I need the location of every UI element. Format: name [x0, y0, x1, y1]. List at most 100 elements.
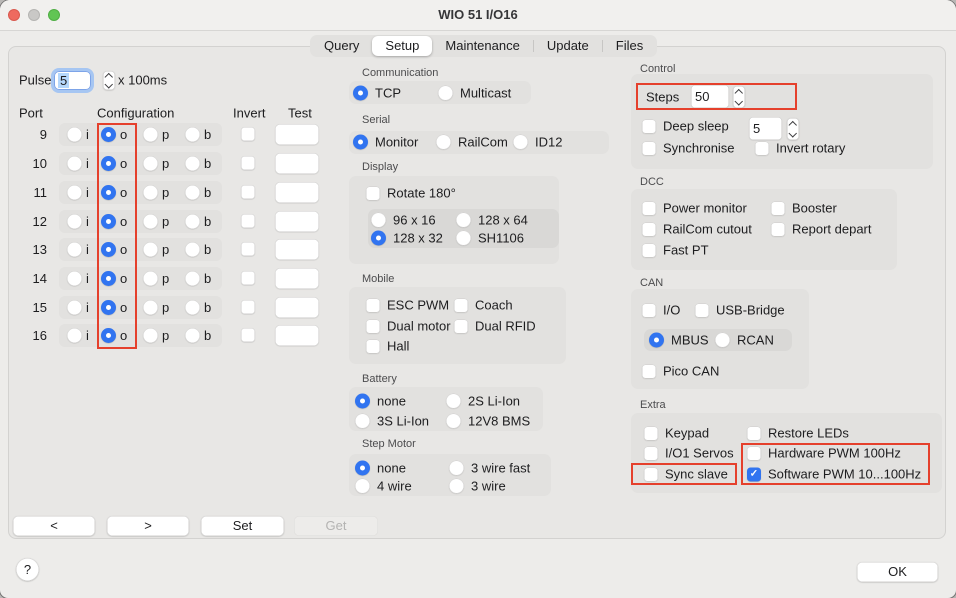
config-option-o[interactable]: o	[101, 300, 143, 315]
radio[interactable]	[371, 213, 386, 228]
checkbox-invert-rotary[interactable]: Invert rotary	[755, 141, 845, 156]
radio[interactable]	[649, 333, 664, 348]
radio-b[interactable]	[185, 242, 200, 257]
test-field[interactable]	[275, 239, 319, 260]
radio-i[interactable]	[67, 242, 82, 257]
checkbox-hardware-pwm[interactable]: Hardware PWM 100Hz	[747, 446, 901, 461]
radio-o[interactable]	[101, 156, 116, 171]
checkbox[interactable]	[366, 298, 380, 312]
checkbox-dual-motor[interactable]: Dual motor	[366, 319, 451, 334]
radio[interactable]	[355, 394, 370, 409]
radio-b[interactable]	[185, 214, 200, 229]
checkbox[interactable]	[644, 426, 658, 440]
radio-4-wire[interactable]: 4 wire	[355, 479, 412, 494]
radio-3-wire[interactable]: 3 wire	[449, 479, 506, 494]
checkbox-usb-bridge[interactable]: USB-Bridge	[695, 303, 785, 318]
radio[interactable]	[355, 479, 370, 494]
checkbox[interactable]	[747, 467, 761, 481]
checkbox[interactable]	[644, 446, 658, 460]
config-option-p[interactable]: p	[143, 214, 185, 229]
invert-checkbox[interactable]	[241, 214, 255, 228]
radio-o[interactable]	[101, 214, 116, 229]
checkbox-deep-sleep[interactable]: Deep sleep	[642, 119, 729, 134]
config-option-i[interactable]: i	[67, 300, 101, 315]
radio-b[interactable]	[185, 156, 200, 171]
radio-p[interactable]	[143, 214, 158, 229]
radio-stepmotor-none[interactable]: none	[355, 461, 406, 476]
checkbox[interactable]	[771, 222, 785, 236]
checkbox-fast-pt[interactable]: Fast PT	[642, 243, 709, 258]
config-option-p[interactable]: p	[143, 242, 185, 257]
help-button[interactable]: ?	[16, 558, 39, 581]
radio-i[interactable]	[67, 156, 82, 171]
radio-12v8-bms[interactable]: 12V8 BMS	[446, 414, 530, 429]
checkbox-sync-slave[interactable]: Sync slave	[644, 467, 728, 482]
checkbox-report-depart[interactable]: Report depart	[771, 222, 872, 237]
radio-b[interactable]	[185, 185, 200, 200]
radio-2s-li-ion[interactable]: 2S Li-Ion	[446, 394, 520, 409]
config-option-i[interactable]: i	[67, 271, 101, 286]
config-option-o[interactable]: o	[101, 271, 143, 286]
deep-sleep-input[interactable]: 5	[749, 117, 782, 140]
checkbox-booster[interactable]: Booster	[771, 201, 837, 216]
radio-i[interactable]	[67, 328, 82, 343]
checkbox[interactable]	[642, 364, 656, 378]
radio-i[interactable]	[67, 127, 82, 142]
ok-button[interactable]: OK	[857, 562, 938, 582]
checkbox[interactable]	[747, 446, 761, 460]
radio-i[interactable]	[67, 271, 82, 286]
test-field[interactable]	[275, 153, 319, 174]
config-option-i[interactable]: i	[67, 156, 101, 171]
config-option-p[interactable]: p	[143, 271, 185, 286]
checkbox[interactable]	[366, 319, 380, 333]
radio[interactable]	[436, 135, 451, 150]
next-button[interactable]: >	[107, 516, 189, 536]
radio-b[interactable]	[185, 127, 200, 142]
checkbox-software-pwm[interactable]: Software PWM 10...100Hz	[747, 467, 921, 482]
invert-checkbox[interactable]	[241, 185, 255, 199]
radio-rcan[interactable]: RCAN	[715, 333, 774, 348]
radio[interactable]	[513, 135, 528, 150]
invert-checkbox[interactable]	[241, 127, 255, 141]
checkbox-pico-can[interactable]: Pico CAN	[642, 364, 719, 379]
radio[interactable]	[449, 479, 464, 494]
checkbox[interactable]	[642, 303, 656, 317]
checkbox[interactable]	[771, 201, 785, 215]
radio[interactable]	[446, 394, 461, 409]
test-field[interactable]	[275, 211, 319, 232]
checkbox[interactable]	[642, 119, 656, 133]
checkbox-restore-leds[interactable]: Restore LEDs	[747, 426, 849, 441]
steps-stepper[interactable]	[733, 86, 745, 108]
config-option-b[interactable]: b	[185, 127, 211, 142]
config-option-i[interactable]: i	[67, 185, 101, 200]
checkbox[interactable]	[747, 426, 761, 440]
radio[interactable]	[353, 86, 368, 101]
radio-p[interactable]	[143, 300, 158, 315]
test-field[interactable]	[275, 325, 319, 346]
radio-3-wire-fast[interactable]: 3 wire fast	[449, 461, 530, 476]
checkbox-io1-servos[interactable]: I/O1 Servos	[644, 446, 734, 461]
radio-b[interactable]	[185, 328, 200, 343]
radio-p[interactable]	[143, 242, 158, 257]
radio-p[interactable]	[143, 185, 158, 200]
checkbox[interactable]	[642, 141, 656, 155]
checkbox[interactable]	[755, 141, 769, 155]
radio-p[interactable]	[143, 127, 158, 142]
prev-button[interactable]: <	[13, 516, 95, 536]
test-field[interactable]	[275, 182, 319, 203]
config-option-o[interactable]: o	[101, 214, 143, 229]
checkbox-synchronise[interactable]: Synchronise	[642, 141, 735, 156]
radio-p[interactable]	[143, 328, 158, 343]
radio[interactable]	[438, 86, 453, 101]
checkbox-power-monitor[interactable]: Power monitor	[642, 201, 747, 216]
config-option-o[interactable]: o	[101, 185, 143, 200]
test-field[interactable]	[275, 268, 319, 289]
radio[interactable]	[449, 461, 464, 476]
config-option-b[interactable]: b	[185, 242, 211, 257]
checkbox-keypad[interactable]: Keypad	[644, 426, 709, 441]
test-field[interactable]	[275, 297, 319, 318]
config-option-o[interactable]: o	[101, 127, 143, 142]
pulse-input[interactable]: 5	[54, 71, 91, 90]
radio[interactable]	[456, 231, 471, 246]
checkbox[interactable]	[695, 303, 709, 317]
